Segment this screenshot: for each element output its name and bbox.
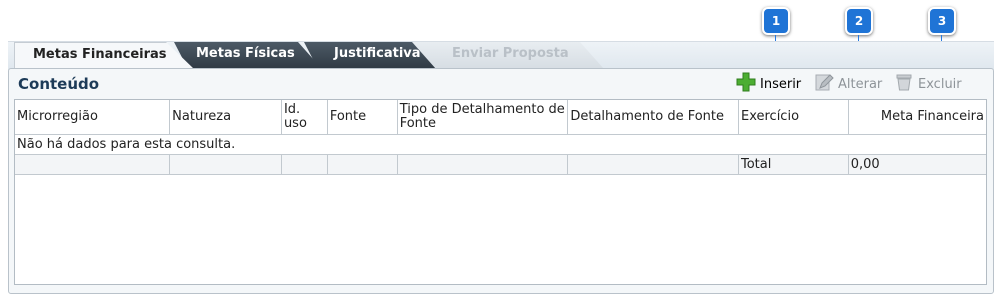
delete-button-label: Excluir [918,77,962,92]
tab-enviar-proposta: Enviar Proposta [412,42,604,69]
total-cell [567,154,739,175]
insert-button-label: Inserir [760,77,802,92]
total-value: 0,00 [847,154,986,175]
total-cell [169,154,282,175]
total-label: Total [737,154,849,175]
insert-button[interactable]: Inserir [736,72,802,95]
column-header-exercicio[interactable]: Exercício [737,100,849,135]
column-header-id-uso[interactable]: Id. uso [280,100,328,135]
column-header-detalhamento[interactable]: Detalhamento de Fonte [567,100,739,135]
total-cell [396,154,569,175]
empty-message: Não há dados para esta consulta. [17,137,236,152]
column-header-fonte[interactable]: Fonte [326,100,398,135]
column-header-tipo-detalhamento[interactable]: Tipo de Detalhamento de Fonte [396,100,569,135]
tab-bar: Enviar Proposta Justificativa Metas Físi… [8,41,994,70]
content-panel: Conteúdo Inserir Alterar Excluir Microrr… [8,68,994,294]
tab-metas-financeiras[interactable]: Metas Financeiras [14,42,194,69]
pencil-icon [814,72,834,99]
tab-metas-fisicas[interactable]: Metas Físicas [174,42,322,69]
callout-2: 2 [845,7,873,35]
trash-icon [894,72,914,99]
edit-button[interactable]: Alterar [814,73,883,95]
column-header-microrregiao[interactable]: Microrregião [15,100,171,135]
column-header-meta-financeira[interactable]: Meta Financeira [847,100,986,135]
data-table: Microrregião Natureza Id. uso Fonte Tipo… [14,99,987,285]
callout-1: 1 [762,7,790,35]
total-cell [326,154,398,175]
callout-3: 3 [928,7,956,35]
delete-button[interactable]: Excluir [894,74,962,95]
column-header-natureza[interactable]: Natureza [169,100,282,135]
edit-button-label: Alterar [838,77,883,92]
plus-icon [736,72,756,99]
empty-message-row: Não há dados para esta consulta. [15,135,986,155]
total-row: Total 0,00 [15,154,986,175]
total-cell [280,154,328,175]
panel-header: Conteúdo Inserir Alterar Excluir [9,69,993,99]
panel-title: Conteúdo [18,75,100,93]
total-cell [15,154,171,175]
